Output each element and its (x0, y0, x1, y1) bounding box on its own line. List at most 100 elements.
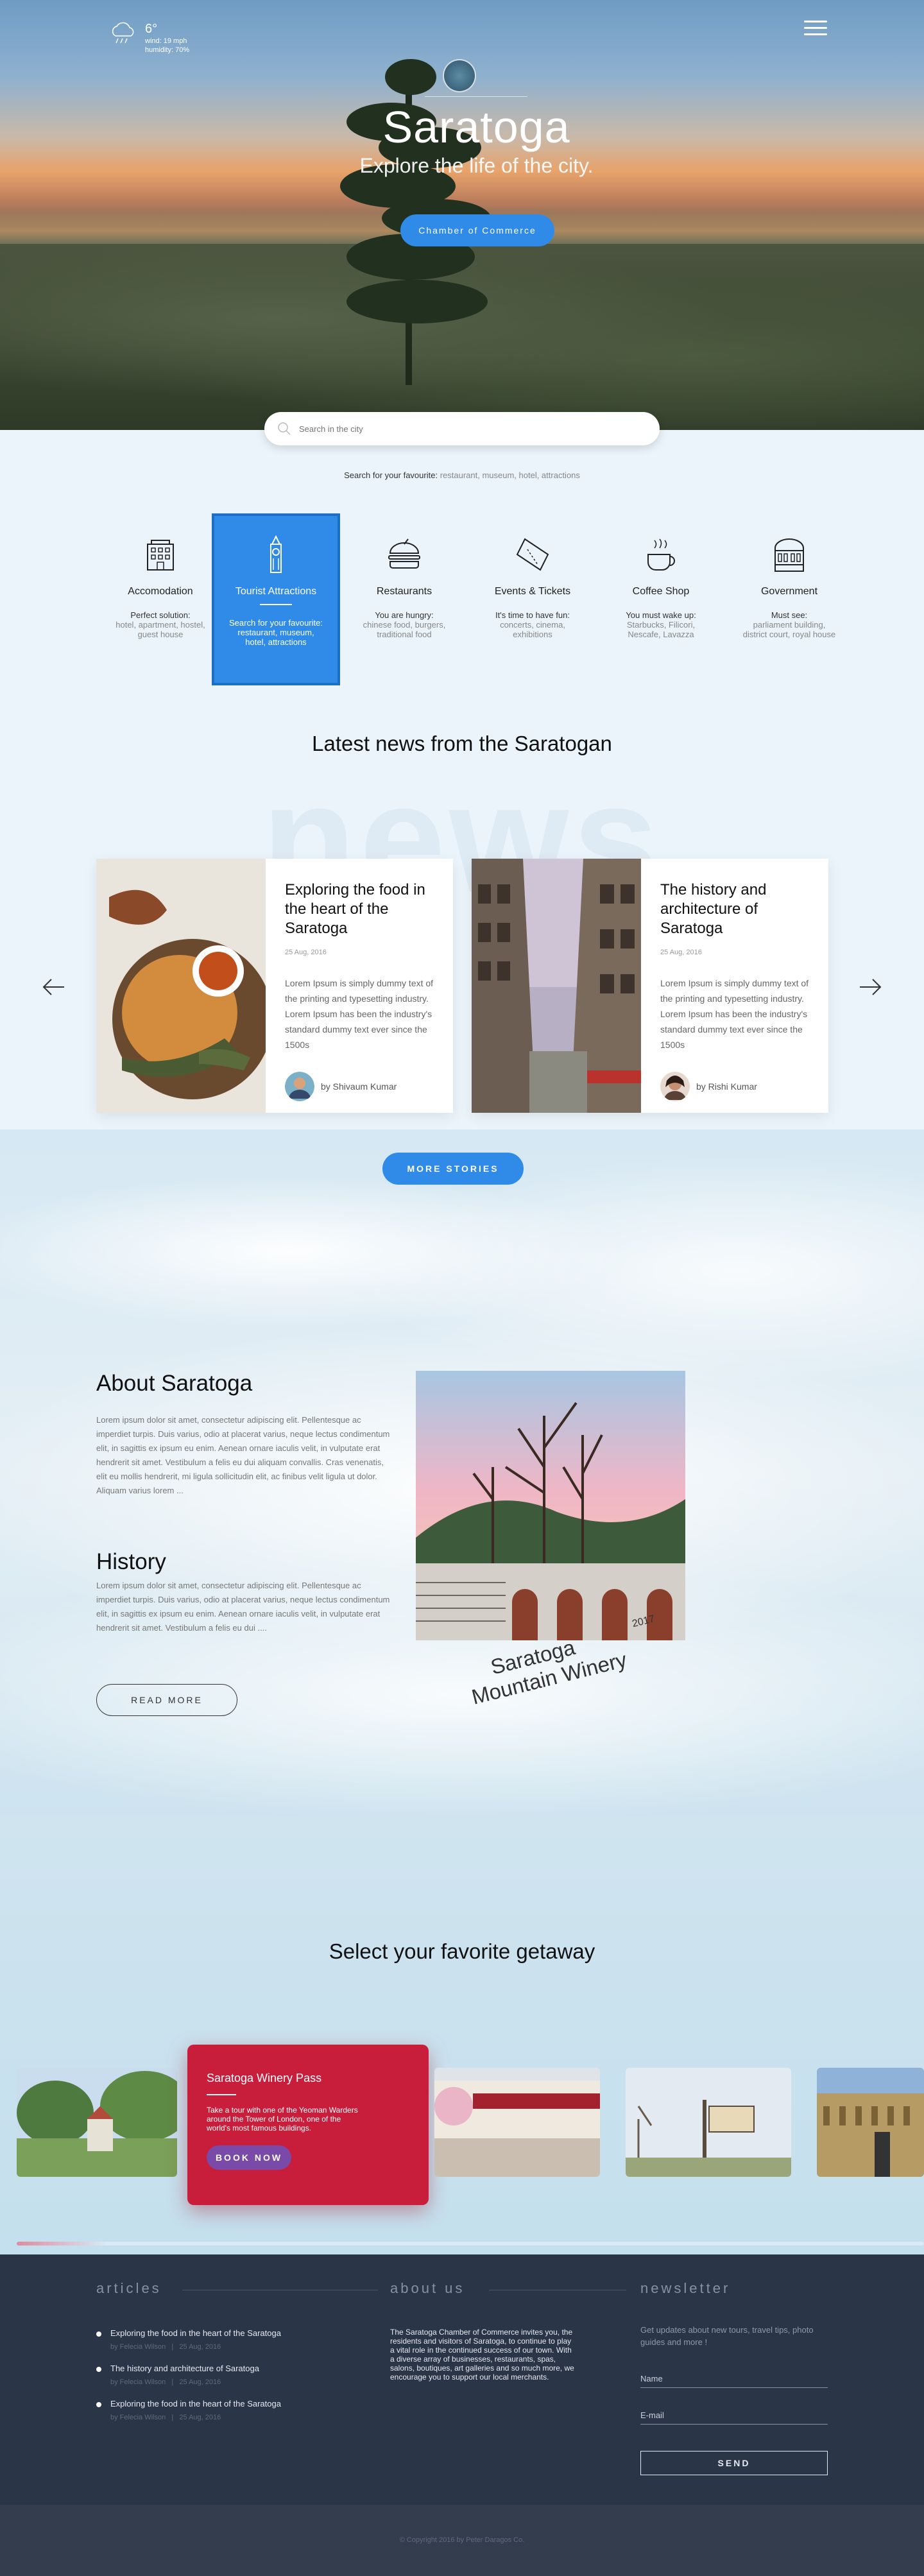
food-photo (96, 859, 266, 1113)
history-text: Lorem ipsum dolor sit amet, consectetur … (96, 1581, 390, 1633)
footer-article-meta: by Felecia Wilson | 25 Aug, 2016 (110, 2378, 221, 2386)
news-card-author-name: by Rishi Kumar (696, 1081, 757, 1092)
news-card-date: 25 Aug, 2016 (285, 949, 327, 956)
footer: articles about us newsletter Exploring t… (0, 2254, 924, 2505)
government-building-icon (774, 538, 804, 572)
coffee-cup-icon (647, 538, 675, 571)
news-section-title: Latest news from the Saratogan (312, 732, 612, 755)
avatar (285, 1072, 314, 1101)
footer-article-item[interactable]: The history and architecture of Saratoga… (96, 2364, 372, 2386)
news-card-author: by Rishi Kumar (660, 1072, 757, 1101)
search-input[interactable] (299, 424, 620, 434)
getaway-scroll-progress[interactable] (17, 2242, 924, 2245)
search-hint: Search for your favourite: restaurant, m… (0, 470, 924, 480)
weather-temperature: 6° (145, 22, 158, 36)
category-divider (260, 604, 292, 605)
previous-arrow-icon[interactable] (41, 974, 67, 1000)
news-card-title[interactable]: Exploring the food in the heart of the S… (285, 880, 436, 938)
winery-photo (416, 1371, 685, 1640)
weather-humidity: humidity: 70% (145, 46, 190, 54)
copyright-text: © Copyright 2016 by Peter Daragos Co. (399, 2536, 525, 2544)
city-search-bar[interactable] (264, 412, 660, 445)
avatar (660, 1072, 690, 1101)
news-card[interactable]: The history and architecture of Saratoga… (472, 859, 828, 1113)
news-card-author-name: by Shivaum Kumar (321, 1081, 397, 1092)
sky-background (0, 1816, 924, 2259)
category-description: You are hungry: chinese food, burgers, tra… (363, 610, 446, 639)
featured-card-text: Take a tour with one of the Yeoman Warde… (207, 2106, 358, 2133)
newsletter-name-field[interactable] (640, 2374, 828, 2388)
getaway-scroll-progress-fill (17, 2242, 108, 2245)
getaway-featured-card[interactable]: Saratoga Winery Pass Take a tour with on… (187, 2045, 429, 2205)
news-card-body: The history and architecture of Saratoga… (641, 859, 828, 1113)
getaway-thumb-park[interactable] (17, 2068, 177, 2177)
category-name: Tourist Attractions (235, 586, 317, 597)
history-title: History (96, 1549, 166, 1574)
menu-bar-icon (804, 33, 827, 35)
getaway-thumb-street[interactable] (434, 2068, 600, 2177)
category-name: Coffee Shop (632, 586, 690, 597)
about-title: About Saratoga (96, 1371, 253, 1396)
category-restaurants[interactable]: Restaurants You are hungry: chinese food,… (340, 513, 468, 685)
burger-icon (388, 538, 420, 569)
next-arrow-icon[interactable] (857, 974, 883, 1000)
building-icon (147, 540, 174, 571)
more-stories-button[interactable]: MORE STORIES (382, 1153, 524, 1185)
category-accomodation[interactable]: Accomodation Perfect solution: hotel, apa… (96, 513, 225, 685)
news-card-author: by Shivaum Kumar (285, 1072, 397, 1101)
menu-bar-icon (804, 21, 827, 22)
menu-bar-icon (804, 27, 827, 29)
getaway-thumb-sign[interactable] (626, 2068, 791, 2177)
footer-article-item[interactable]: Exploring the food in the heart of the S… (96, 2399, 372, 2421)
hero-title: Saratoga (382, 102, 570, 152)
hero-subtitle: Explore the life of the city. (359, 154, 594, 177)
category-description: You must wake up: Starbucks, Filicori, Nes… (626, 610, 696, 639)
footer-newsletter-title: newsletter (640, 2280, 731, 2296)
category-description: Search for your favourite: restaurant, mu… (229, 618, 323, 647)
book-now-button[interactable]: BOOK NOW (207, 2145, 291, 2170)
ticket-icon (516, 538, 549, 571)
search-hint-label: Search for your favourite: (344, 470, 438, 480)
news-card-excerpt: Lorem Ipsum is simply dummy text of the … (285, 978, 434, 1050)
category-name: Events & Tickets (494, 586, 571, 597)
city-logo (443, 59, 476, 92)
category-description: Perfect solution: hotel, apartment, hoste… (116, 610, 205, 639)
news-card[interactable]: Exploring the food in the heart of the S… (96, 859, 453, 1113)
chamber-of-commerce-button[interactable]: Chamber of Commerce (400, 214, 554, 246)
footer-newsletter-text: Get updates about new tours, travel tips… (640, 2325, 814, 2347)
hamburger-menu-button[interactable] (804, 21, 827, 37)
footer-about-title: about us (390, 2280, 465, 2296)
category-name: Government (760, 586, 818, 597)
footer-article-title[interactable]: Exploring the food in the heart of the S… (110, 2399, 372, 2409)
architecture-photo (472, 859, 641, 1113)
newsletter-email-field[interactable] (640, 2410, 828, 2425)
category-row: Accomodation Perfect solution: hotel, apa… (96, 513, 841, 685)
getaway-thumb-palace[interactable] (817, 2068, 924, 2177)
weather-wind: wind: 19 mph (145, 37, 187, 45)
news-card-date: 25 Aug, 2016 (660, 949, 702, 956)
category-government[interactable]: Government Must see: parliament building,… (725, 513, 853, 685)
category-name: Accomodation (128, 586, 193, 597)
footer-article-title[interactable]: Exploring the food in the heart of the S… (110, 2328, 372, 2338)
footer-article-item[interactable]: Exploring the food in the heart of the S… (96, 2328, 372, 2351)
footer-article-title[interactable]: The history and architecture of Saratoga (110, 2364, 372, 2373)
category-tourist-attractions[interactable]: Tourist Attractions Search for your favo… (212, 513, 340, 685)
footer-about-text: The Saratoga Chamber of Commerce invites… (390, 2328, 574, 2382)
newsletter-send-button[interactable]: SEND (640, 2451, 828, 2475)
weather-widget: 6° wind: 19 mph humidity: 70% (109, 22, 189, 55)
category-events-tickets[interactable]: Events & Tickets It's time to have fun: c… (468, 513, 597, 685)
news-card-title[interactable]: The history and architecture of Saratoga (660, 880, 812, 938)
read-more-button[interactable]: READ MORE (96, 1684, 237, 1716)
search-icon (278, 422, 291, 435)
category-description: Must see: parliament building, district co… (742, 610, 836, 639)
cloud-rain-icon (112, 22, 134, 44)
featured-card-divider (207, 2094, 236, 2095)
about-text: Lorem ipsum dolor sit amet, consectetur … (96, 1415, 390, 1495)
footer-article-list: Exploring the food in the heart of the S… (96, 2328, 372, 2434)
copyright-bar: © Copyright 2016 by Peter Daragos Co. (0, 2505, 924, 2576)
getaway-title: Select your favorite getaway (329, 1939, 595, 1963)
news-card-excerpt: Lorem Ipsum is simply dummy text of the … (660, 978, 809, 1050)
footer-article-meta: by Felecia Wilson | 25 Aug, 2016 (110, 2414, 221, 2421)
search-hint-values: restaurant, museum, hotel, attractions (440, 470, 580, 480)
category-coffee-shop[interactable]: Coffee Shop You must wake up: Starbucks, … (597, 513, 725, 685)
